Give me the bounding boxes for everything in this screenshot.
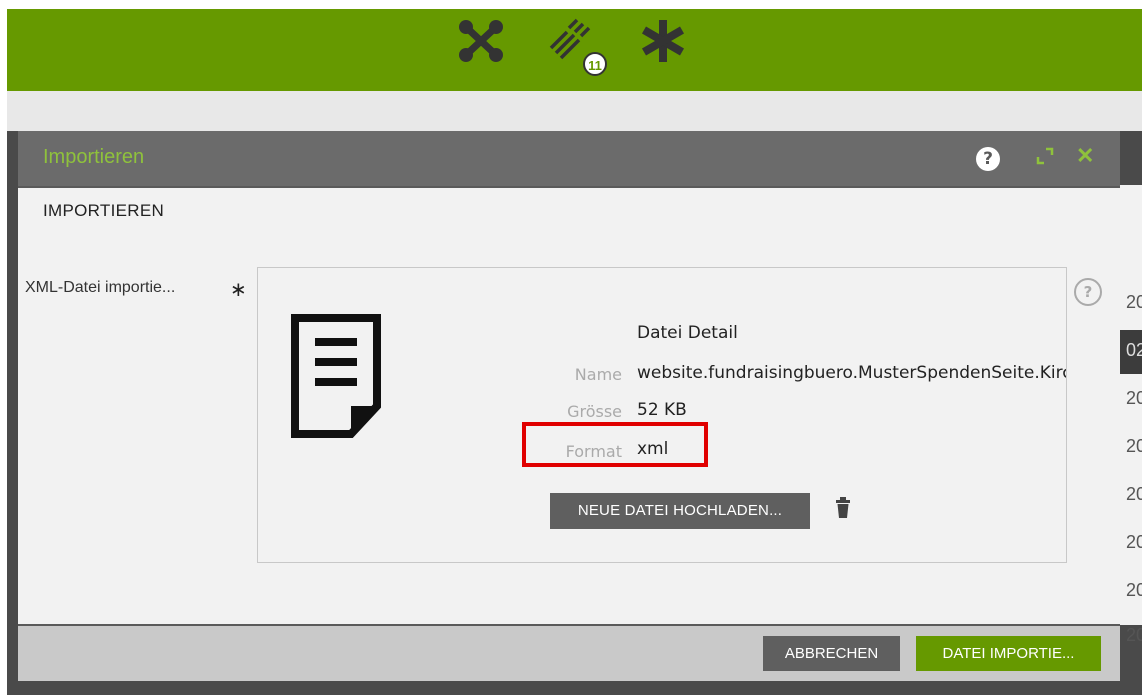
close-icon[interactable]: ✕ [1076, 143, 1094, 169]
format-highlight-box [522, 422, 708, 467]
import-file-button[interactable]: DATEI IMPORTIE... [916, 636, 1101, 671]
document-icon [291, 314, 381, 438]
trash-icon[interactable] [836, 497, 850, 519]
dialog-header: Importieren ? ✕ [18, 131, 1120, 188]
help-icon[interactable]: ? [976, 147, 1000, 171]
background-list-item: 02 [1126, 340, 1142, 360]
required-icon: ∗ [230, 277, 247, 301]
cancel-button[interactable]: ABBRECHEN [763, 636, 900, 671]
background-list-item: 20 [1126, 436, 1142, 456]
upload-new-file-button[interactable]: NEUE DATEI HOCHLADEN... [550, 493, 810, 529]
file-size-value: 52 KB [637, 400, 687, 420]
maximize-icon[interactable] [1036, 147, 1054, 165]
dialog-title: Importieren [43, 146, 145, 168]
file-detail-title: Datei Detail [637, 323, 738, 343]
sub-bar [7, 91, 1142, 131]
background-list-item: 20 [1126, 484, 1142, 504]
file-name-value: website.fundraisingbuero.MusterSpendenSe… [637, 363, 1066, 383]
xml-file-label: XML-Datei importie... [25, 279, 176, 296]
background-list-item: 20 [1126, 580, 1142, 600]
background-list-item: 20 [1126, 625, 1142, 645]
network-icon[interactable] [457, 18, 505, 64]
background-list-item: 20 [1126, 532, 1142, 552]
field-help-icon[interactable]: ? [1074, 278, 1102, 306]
asterisk-icon[interactable] [640, 18, 686, 64]
top-bar: 11 [0, 0, 1142, 91]
section-title: IMPORTIEREN [43, 201, 165, 220]
file-name-label: Name [574, 365, 622, 384]
background-list-item: 20 [1126, 292, 1142, 312]
background-list-item: 20 [1126, 388, 1142, 408]
file-size-label: Grösse [567, 402, 622, 421]
notification-badge[interactable]: 11 [583, 52, 607, 76]
import-dialog: Importieren ? ✕ IMPORTIEREN XML-Datei im… [18, 131, 1120, 681]
dialog-footer: ABBRECHEN DATEI IMPORTIE... [18, 624, 1120, 681]
